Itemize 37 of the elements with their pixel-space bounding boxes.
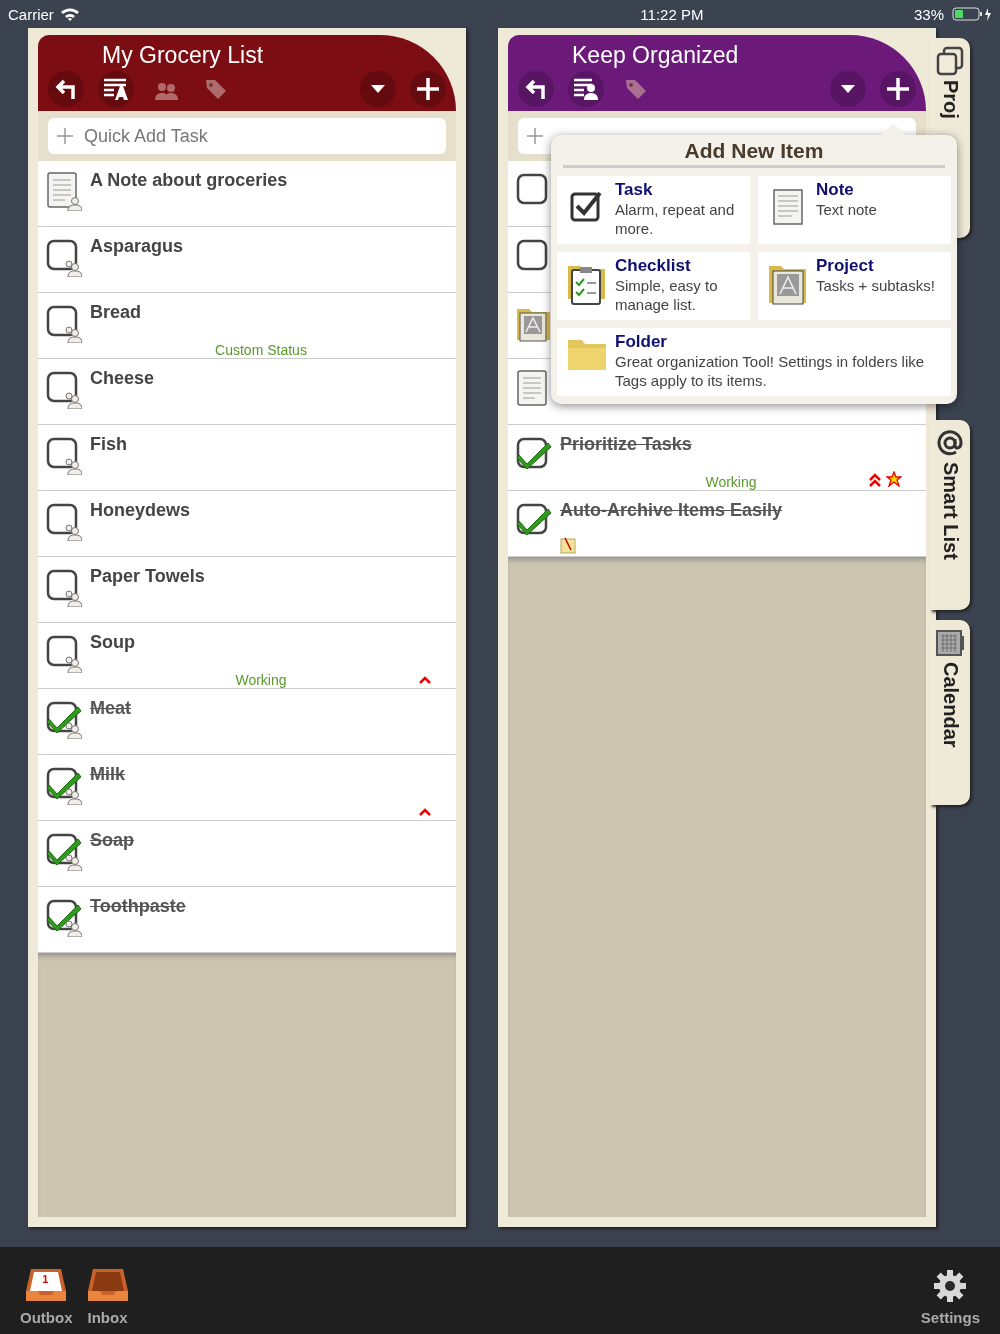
status-label: Working	[235, 672, 287, 688]
task-title: Milk	[90, 764, 126, 785]
task-title: Prioritize Tasks	[560, 434, 693, 455]
outbox-count: 1	[42, 1273, 49, 1285]
task-title: Soap	[90, 830, 135, 851]
option-label: Task	[615, 180, 654, 200]
option-description: Simple, easy to manage list.	[615, 276, 719, 314]
option-description: Text note	[816, 200, 877, 219]
side-tab-label: Smart List	[938, 462, 962, 560]
list-title: Keep Organized	[571, 41, 740, 70]
task-title: Bread	[90, 302, 143, 323]
popover-title: Add New Item	[563, 135, 945, 168]
task-title: Fish	[90, 434, 128, 455]
task-title: Honeydews	[90, 500, 192, 521]
task-title: Paper Towels	[90, 566, 206, 587]
task-title: Asparagus	[90, 236, 185, 257]
task-title: Soup	[90, 632, 136, 653]
task-title: Cheese	[90, 368, 156, 389]
task-title: A Note about groceries	[90, 170, 289, 191]
option-description: Tasks + subtasks!	[816, 276, 935, 295]
side-tab-label: Calendar	[938, 662, 962, 748]
clock-time: 11:22 PM	[639, 5, 704, 23]
side-tab-label: Proj	[938, 80, 962, 119]
status-label: Custom Status	[215, 342, 307, 358]
option-label: Note	[816, 180, 855, 200]
option-label: Folder	[615, 332, 668, 352]
task-title: Meat	[90, 698, 132, 719]
option-description: Alarm, repeat and more.	[615, 200, 736, 238]
battery-percent: 33%	[913, 5, 944, 23]
task-title: Toothpaste	[90, 896, 187, 917]
option-description: Great organization Tool! Settings in folders like Tags apply to its items.	[615, 352, 926, 390]
list-title: My Grocery List	[101, 41, 265, 70]
option-label: Project	[816, 256, 875, 276]
status-label: Working	[705, 474, 757, 490]
carrier-label: Carrier	[8, 5, 54, 23]
option-label: Checklist	[615, 256, 692, 276]
task-title: Auto-Archive Items Easily	[560, 500, 784, 521]
